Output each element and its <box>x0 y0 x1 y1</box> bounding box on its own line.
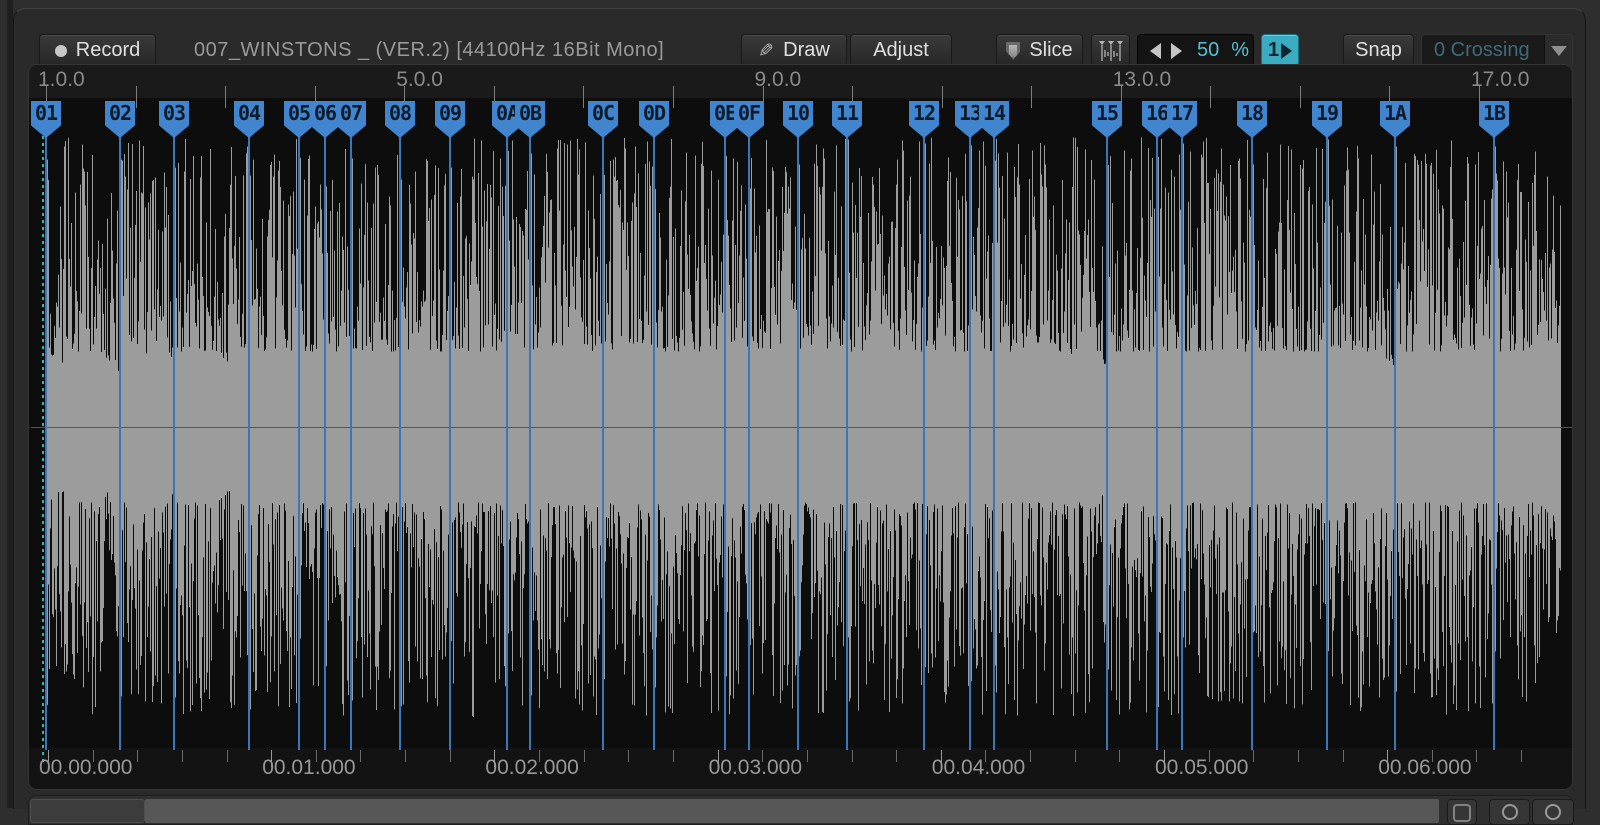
adjust-button[interactable]: Adjust <box>850 34 952 67</box>
bottom-scroll-panel <box>28 795 1573 825</box>
play-slice-toggle-button[interactable]: 1 <box>1261 34 1299 67</box>
sample-title: 007_WINSTONS _ (VER.2) [44100Hz 16Bit Mo… <box>194 39 664 62</box>
beat-label: 13.0.0 <box>1113 68 1171 92</box>
slice-line-09 <box>449 136 451 750</box>
slice-line-0B <box>529 136 531 750</box>
hscroll-thumb[interactable] <box>30 799 145 823</box>
sensitivity-value[interactable]: 50 <box>1197 39 1219 62</box>
zoom-in-button[interactable] <box>1532 799 1574 825</box>
dropdown-arrow-button[interactable] <box>1544 35 1572 66</box>
draw-button[interactable]: ✎ Draw <box>741 34 847 67</box>
hscroll-track[interactable] <box>145 799 1439 823</box>
slice-line-0A <box>506 136 508 750</box>
pencil-icon: ✎ <box>758 40 774 62</box>
snap-label: Snap <box>1355 39 1402 62</box>
sample-editor-window: Record 007_WINSTONS _ (VER.2) [44100Hz 1… <box>13 8 1586 809</box>
decrease-arrow-icon[interactable] <box>1150 43 1161 59</box>
slice-line-07 <box>350 136 352 750</box>
slice-line-11 <box>846 136 848 750</box>
slice-line-04 <box>248 136 250 750</box>
beat-label: 9.0.0 <box>755 68 802 92</box>
slice-line-17 <box>1181 136 1183 750</box>
slice-line-0F <box>748 136 750 750</box>
show-slice-markers-button[interactable] <box>1091 34 1130 67</box>
waveform-panel: 0102030405060708090A0B0C0D0E0F1011121314… <box>28 64 1573 790</box>
beat-label: 17.0.0 <box>1471 68 1529 92</box>
slice-line-16 <box>1156 136 1158 750</box>
slice-line-10 <box>797 136 799 750</box>
slice-line-15 <box>1106 136 1108 750</box>
record-circle-icon <box>55 45 67 57</box>
adjust-label: Adjust <box>873 39 929 62</box>
slice-markers-icon <box>1098 40 1124 62</box>
beat-label: 5.0.0 <box>396 68 443 92</box>
zoom-out-icon <box>1502 804 1518 820</box>
time-label: 00.03.000 <box>709 756 802 780</box>
slice-line-1B <box>1493 136 1495 750</box>
slice-line-03 <box>173 136 175 750</box>
slice-line-1A <box>1394 136 1396 750</box>
slice-line-02 <box>119 136 121 750</box>
draw-label: Draw <box>783 39 830 62</box>
time-label: 00.05.000 <box>1155 756 1248 780</box>
slice-line-08 <box>399 136 401 750</box>
slice-line-01 <box>45 136 47 750</box>
zoom-in-icon <box>1545 804 1561 820</box>
slice-line-19 <box>1326 136 1328 750</box>
record-button[interactable]: Record <box>39 34 156 67</box>
waveform-canvas[interactable] <box>29 65 1573 790</box>
time-label: 00.06.000 <box>1378 756 1471 780</box>
slice-line-0E <box>724 136 726 750</box>
snap-button[interactable]: Snap <box>1343 34 1414 67</box>
play-triangle-icon <box>1281 43 1292 59</box>
slice-line-14 <box>993 136 995 750</box>
slice-line-18 <box>1251 136 1253 750</box>
increase-arrow-icon[interactable] <box>1171 43 1182 59</box>
slice-line-12 <box>923 136 925 750</box>
record-label: Record <box>76 39 140 62</box>
slice-line-0C <box>602 136 604 750</box>
slice-line-0D <box>653 136 655 750</box>
slice-shield-icon <box>1006 42 1020 60</box>
time-label: 00.00.000 <box>39 756 132 780</box>
time-label: 00.04.000 <box>932 756 1025 780</box>
slice-label: Slice <box>1029 39 1072 62</box>
slice-line-06 <box>324 136 326 750</box>
screen: { "toolbar": { "record_label": "Record",… <box>0 0 1600 808</box>
slice-button[interactable]: Slice <box>996 34 1083 67</box>
beat-label: 1.0.0 <box>38 68 85 92</box>
chevron-down-icon <box>1551 46 1567 56</box>
edit-cursor <box>42 136 44 762</box>
zero-crossing-label: 0 Crossing <box>1422 39 1544 62</box>
selection-icon <box>1453 804 1471 822</box>
time-label: 00.02.000 <box>485 756 578 780</box>
slice-line-13 <box>969 136 971 750</box>
slice-sensitivity-stepper: 50 % <box>1137 34 1254 67</box>
play-slice-label: 1 <box>1268 39 1279 62</box>
selection-tool-button[interactable] <box>1447 799 1477 825</box>
sensitivity-unit: % <box>1231 39 1249 62</box>
zoom-out-button[interactable] <box>1489 799 1530 825</box>
zero-crossing-dropdown[interactable]: 0 Crossing <box>1421 34 1573 67</box>
time-label: 00.01.000 <box>262 756 355 780</box>
slice-line-05 <box>298 136 300 750</box>
